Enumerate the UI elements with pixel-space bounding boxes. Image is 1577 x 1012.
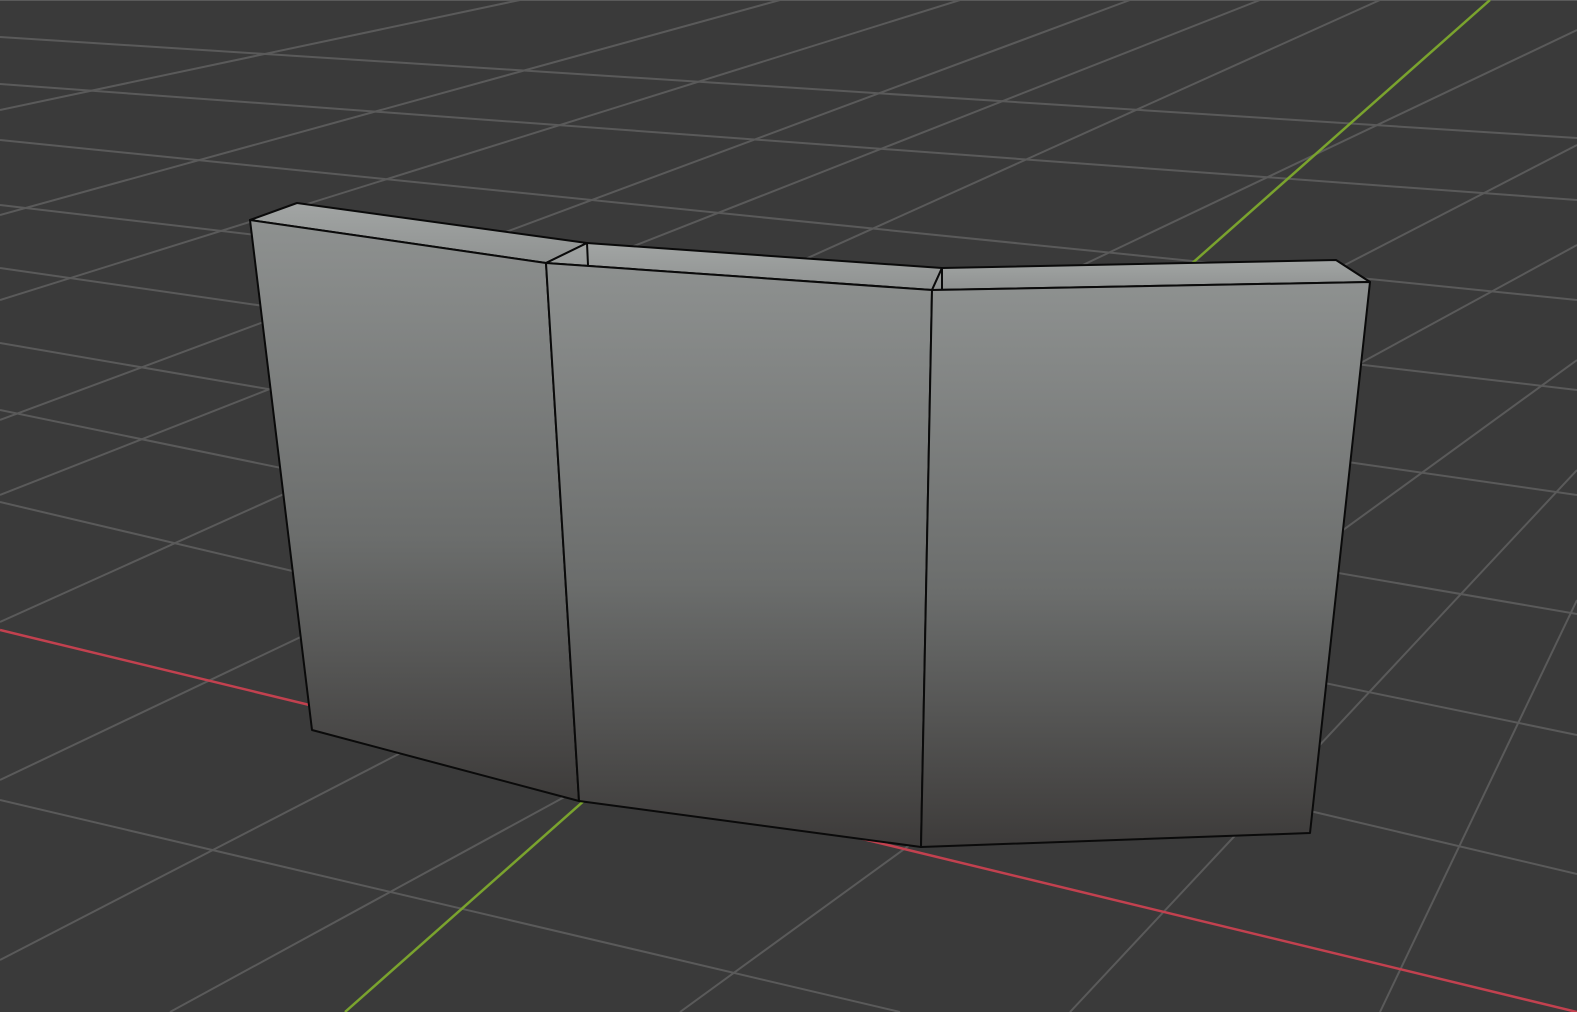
grid-line [0, 36, 1577, 139]
mesh-face-left [249, 219, 580, 802]
grid-line [1379, 599, 1577, 1012]
grid-line [0, 0, 781, 216]
mesh-back-edge [586, 242, 589, 266]
mesh-face-right [920, 281, 1371, 848]
3d-viewport[interactable] [0, 0, 1577, 1012]
mesh-object[interactable] [249, 202, 1371, 848]
mesh-face-middle [545, 262, 933, 848]
viewport-canvas[interactable] [0, 0, 1577, 1012]
grid-line [0, 799, 901, 1012]
